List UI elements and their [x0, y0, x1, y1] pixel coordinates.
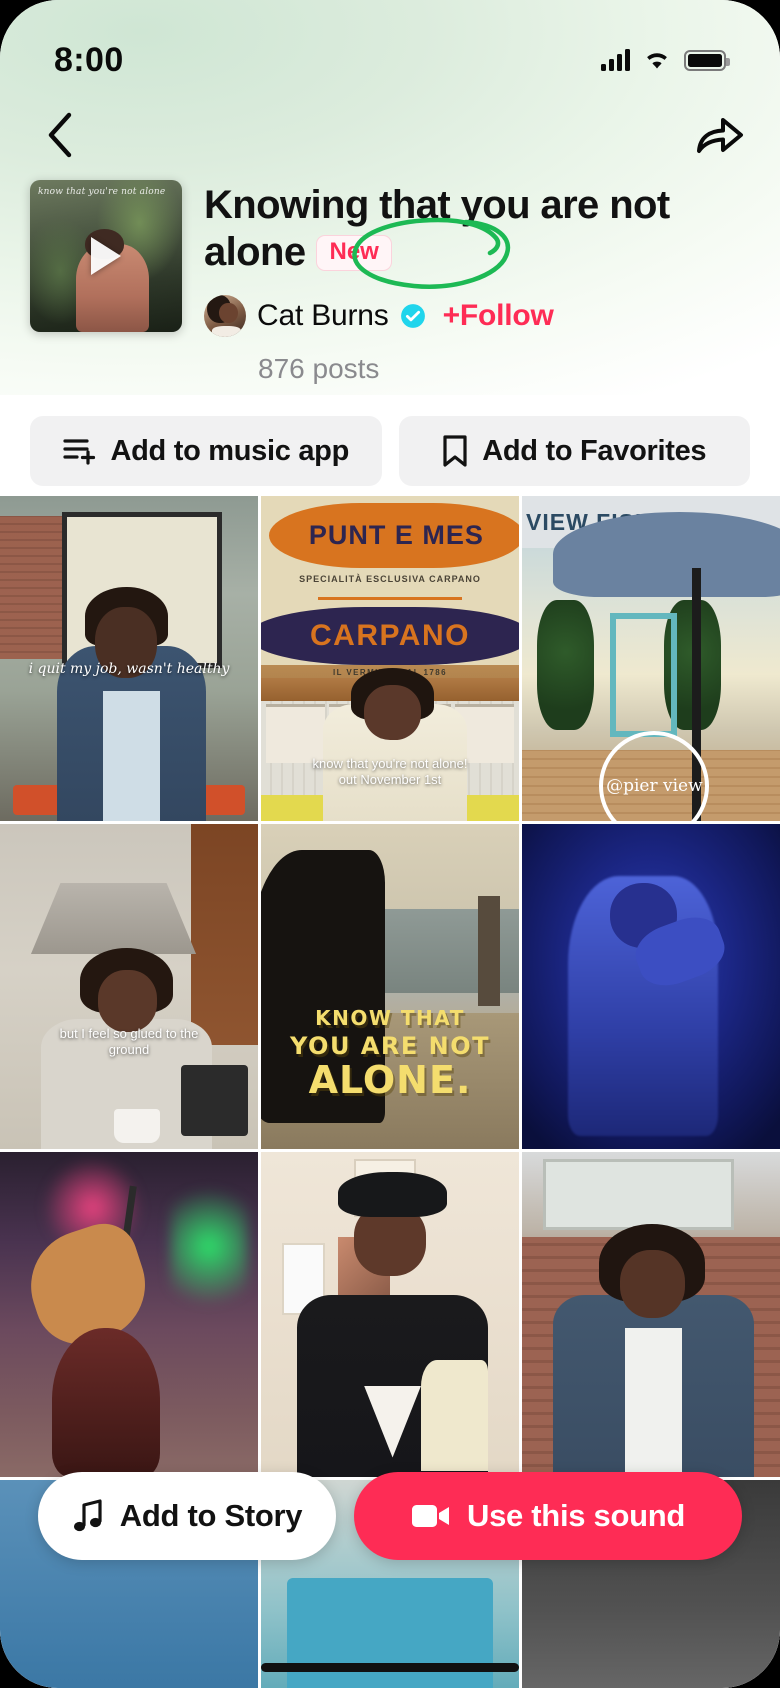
artist-avatar[interactable] [204, 294, 246, 337]
add-to-favorites-label: Add to Favorites [482, 434, 707, 467]
add-to-music-app-label: Add to music app [110, 434, 350, 467]
follow-button[interactable]: +Follow [443, 299, 554, 333]
signal-bars-icon [601, 49, 630, 71]
video-thumbnail[interactable]: VIEW FISH @pier view [522, 496, 780, 821]
playlist-add-icon [62, 439, 95, 465]
use-this-sound-button[interactable]: Use this sound [354, 1472, 742, 1560]
lyric-line-2: YOU ARE NOT [290, 1032, 490, 1060]
sound-info-section: know that you're not alone Knowing that … [0, 180, 780, 385]
video-thumbnail[interactable]: PUNT E MES SPECIALITÀ ESCLUSIVA CARPANO … [261, 496, 519, 821]
status-bar-icons [601, 49, 730, 71]
play-icon[interactable] [91, 237, 121, 275]
lyric-line-3: ALONE. [308, 1058, 472, 1102]
video-thumbnail[interactable] [0, 1152, 258, 1477]
sound-cover-art[interactable]: know that you're not alone [30, 180, 182, 332]
video-thumbnail[interactable] [522, 1152, 780, 1477]
video-camera-icon [412, 1505, 449, 1527]
new-badge: New [316, 234, 392, 272]
video-thumbnail[interactable]: i quit my job, wasn't healthy [0, 496, 258, 821]
artist-row[interactable]: Cat Burns +Follow [204, 294, 750, 337]
battery-icon [684, 49, 730, 71]
chevron-left-icon [48, 112, 72, 158]
bookmark-icon [443, 435, 467, 467]
add-to-favorites-button[interactable]: Add to Favorites [398, 416, 750, 486]
lyric-line-1: KNOW THAT [315, 1006, 465, 1030]
add-to-story-label: Add to Story [119, 1498, 303, 1533]
sound-title: Knowing that you are not alone [204, 183, 670, 274]
video-caption: but I feel so glued to the ground [59, 1025, 199, 1057]
add-to-story-button[interactable]: Add to Story [38, 1472, 336, 1560]
music-note-icon [73, 1499, 102, 1532]
video-thumbnail[interactable] [261, 1152, 519, 1477]
poster-line-1: PUNT E MES [308, 519, 484, 550]
cover-overlay-text: know that you're not alone [38, 187, 166, 197]
sound-meta: Knowing that you are not alone New Cat Bu… [204, 180, 750, 385]
add-to-music-app-button[interactable]: Add to music app [30, 416, 382, 486]
action-button-row: Add to music app Add to Favorites [0, 416, 780, 486]
artist-name[interactable]: Cat Burns [257, 299, 389, 333]
status-bar: 8:00 [0, 0, 780, 96]
share-button[interactable] [692, 107, 748, 163]
video-thumbnail[interactable]: but I feel so glued to the ground [0, 824, 258, 1149]
video-thumbnail[interactable]: KNOW THAT YOU ARE NOT ALONE. [261, 824, 519, 1149]
verified-badge-icon [400, 303, 425, 328]
use-this-sound-label: Use this sound [467, 1498, 685, 1533]
poster-line-2: SPECIALITÀ ESCLUSIVA CARPANO [299, 574, 481, 584]
wifi-icon [642, 49, 672, 71]
poster-line-3: CARPANO [310, 618, 470, 652]
video-caption: know that you're not alone! out November… [312, 756, 468, 788]
status-bar-clock: 8:00 [54, 40, 124, 79]
back-button[interactable] [32, 107, 88, 163]
video-caption: i quit my job, wasn't healthy [28, 660, 230, 677]
video-thumbnail[interactable] [522, 824, 780, 1149]
phone-screen: 8:00 know that you're not alone Knowing … [0, 0, 780, 1688]
share-arrow-icon [697, 118, 743, 153]
home-indicator [261, 1663, 519, 1672]
post-count: 876 posts [258, 352, 380, 384]
bottom-action-bar: Add to Story Use this sound [0, 1472, 780, 1560]
navigation-bar [0, 100, 780, 170]
